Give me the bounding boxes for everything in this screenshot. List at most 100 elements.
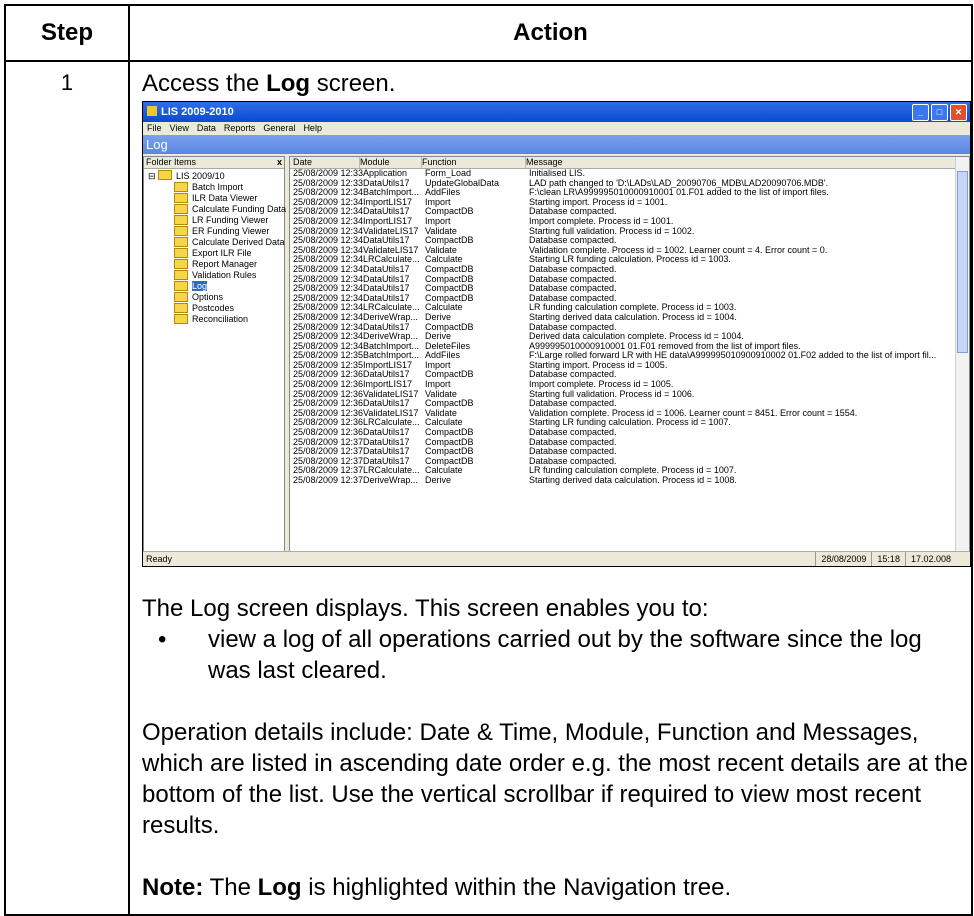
- table-cell: DeriveWrap...: [363, 475, 418, 485]
- tree-item[interactable]: Batch Import: [144, 181, 284, 192]
- action-header: Action: [128, 4, 973, 62]
- close-icon[interactable]: ✕: [950, 104, 967, 121]
- tree-item[interactable]: ILR Data Viewer: [144, 192, 284, 203]
- vertical-scrollbar[interactable]: [955, 157, 969, 551]
- menu-item[interactable]: General: [263, 122, 295, 135]
- folder-icon: [174, 225, 188, 236]
- table-cell: LR funding calculation complete. Process…: [529, 303, 737, 313]
- tree-item[interactable]: LR Funding Viewer: [144, 214, 284, 225]
- tree-item[interactable]: Postcodes: [144, 302, 284, 313]
- column-header[interactable]: Message: [526, 157, 969, 168]
- window-controls: _ □ ✕: [912, 104, 967, 121]
- table-row[interactable]: 25/08/2009 12:37 DeriveWrap... Derive Start…: [290, 475, 969, 486]
- menu-item[interactable]: File: [147, 122, 162, 135]
- bullet-item: • view a log of all operations carried ou…: [158, 624, 971, 686]
- table-cell: Database compacted.: [529, 428, 617, 438]
- folder-icon: [174, 192, 188, 203]
- intro-prefix: Access the: [142, 70, 267, 97]
- tree-item[interactable]: Options: [144, 291, 284, 302]
- column-header[interactable]: Module: [360, 157, 422, 168]
- note-mid: The: [203, 874, 258, 901]
- folder-icon: [158, 170, 173, 180]
- tree-root-label: LIS 2009/10: [176, 171, 225, 181]
- table-cell: Database compacted.: [529, 399, 617, 409]
- table-cell: Import complete. Process id = 1001.: [529, 216, 674, 226]
- table-cell: Starting full validation. Process id = 1…: [529, 226, 695, 236]
- status-version: 17.02.008: [904, 552, 956, 566]
- tree-item-label: Export ILR File: [192, 247, 252, 258]
- folder-icon: [174, 181, 188, 192]
- tree-item[interactable]: Log: [144, 280, 284, 291]
- folder-icon: [174, 214, 188, 225]
- note-para: Note: The Log is highlighted within the …: [142, 872, 971, 903]
- folder-icon: [174, 302, 188, 313]
- folder-icon: [174, 269, 188, 280]
- details-para: Operation details include: Date & Time, …: [142, 719, 968, 839]
- tree-item[interactable]: Calculate Funding Data: [144, 203, 286, 214]
- table-cell: Derive: [425, 475, 452, 485]
- bullet-text: view a log of all operations carried out…: [208, 626, 922, 684]
- table-cell: Database compacted.: [529, 284, 617, 294]
- column-header[interactable]: Function: [422, 157, 526, 168]
- table-cell: Starting import. Process id = 1001.: [529, 197, 668, 207]
- tree-item-label: Report Manager: [192, 258, 258, 269]
- table-cell: Database compacted.: [529, 274, 617, 284]
- tree-item-label: Batch Import: [192, 181, 244, 192]
- table-cell: F:\Large rolled forward LR with HE data\…: [529, 351, 937, 361]
- table-cell: Database compacted.: [529, 293, 617, 303]
- step-number: 1: [4, 60, 130, 916]
- menu-item[interactable]: View: [170, 122, 189, 135]
- tree-item-label: LR Funding Viewer: [192, 214, 269, 225]
- table-cell: Database compacted.: [529, 264, 617, 274]
- procedure-table: Step Action 1 Access the Log screen. LIS…: [4, 4, 973, 916]
- status-text: Ready: [146, 554, 173, 564]
- folder-icon: [174, 236, 188, 247]
- folder-icon: [174, 313, 188, 324]
- minimize-icon[interactable]: _: [912, 104, 929, 121]
- log-grid: Date Module Function Message 25/08/2009 12:…: [289, 156, 970, 552]
- tree-item-label: Log: [192, 280, 208, 291]
- tree-item[interactable]: ER Funding Viewer: [144, 225, 284, 236]
- tree-root[interactable]: ⊟ LIS 2009/10: [144, 169, 284, 181]
- folder-icon: [174, 247, 188, 258]
- table-cell: Database compacted.: [529, 447, 617, 457]
- folder-panel-title: Folder Items: [146, 157, 197, 167]
- note-bold: Log: [257, 874, 302, 901]
- table-cell: Database compacted.: [529, 370, 617, 380]
- folder-panel: Folder Items x ⊟ LIS 2009/10 Batch Import…: [143, 156, 286, 552]
- tree-item[interactable]: Calculate Derived Data: [144, 236, 285, 247]
- table-cell: F:\clean LR\A999995010000910001 01.F01 a…: [529, 188, 829, 198]
- status-time: 15:18: [871, 552, 905, 566]
- scrollbar-thumb[interactable]: [957, 171, 968, 353]
- screen-title-bar: Log: [143, 135, 970, 154]
- table-cell: Starting full validation. Process id = 1…: [529, 389, 695, 399]
- folder-icon: [174, 280, 188, 291]
- app-titlebar: LIS 2009-2010 _ □ ✕: [143, 102, 970, 122]
- column-header[interactable]: Date: [290, 157, 360, 168]
- folder-icon: [174, 258, 188, 269]
- menu-item[interactable]: Help: [303, 122, 322, 135]
- menu-item[interactable]: Reports: [224, 122, 256, 135]
- folder-icon: [174, 291, 188, 302]
- close-panel-icon[interactable]: x: [277, 157, 282, 167]
- step-header: Step: [4, 4, 130, 62]
- table-cell: Database compacted.: [529, 437, 617, 447]
- table-cell: Import complete. Process id = 1005.: [529, 380, 674, 390]
- tree-item[interactable]: Validation Rules: [144, 269, 284, 280]
- tree-item[interactable]: Reconciliation: [144, 313, 284, 324]
- menu-item[interactable]: Data: [197, 122, 216, 135]
- folder-panel-header: Folder Items x: [144, 157, 284, 169]
- table-cell: Starting derived data calculation. Proce…: [529, 312, 737, 322]
- status-bar: Ready 28/08/2009 15:18 17.02.008: [143, 551, 970, 566]
- table-cell: Starting LR funding calculation. Process…: [529, 255, 731, 265]
- table-cell: 25/08/2009 12:37: [293, 475, 364, 485]
- table-cell: Database compacted.: [529, 236, 617, 246]
- tree-item-label: ILR Data Viewer: [192, 192, 258, 203]
- app-icon: [147, 106, 157, 116]
- tree-item-label: Reconciliation: [192, 313, 249, 324]
- table-cell: Database compacted.: [529, 322, 617, 332]
- tree-item[interactable]: Export ILR File: [144, 247, 284, 258]
- tree-item[interactable]: Report Manager: [144, 258, 284, 269]
- note-suffix: is highlighted within the Navigation tre…: [301, 874, 732, 901]
- maximize-icon[interactable]: □: [931, 104, 948, 121]
